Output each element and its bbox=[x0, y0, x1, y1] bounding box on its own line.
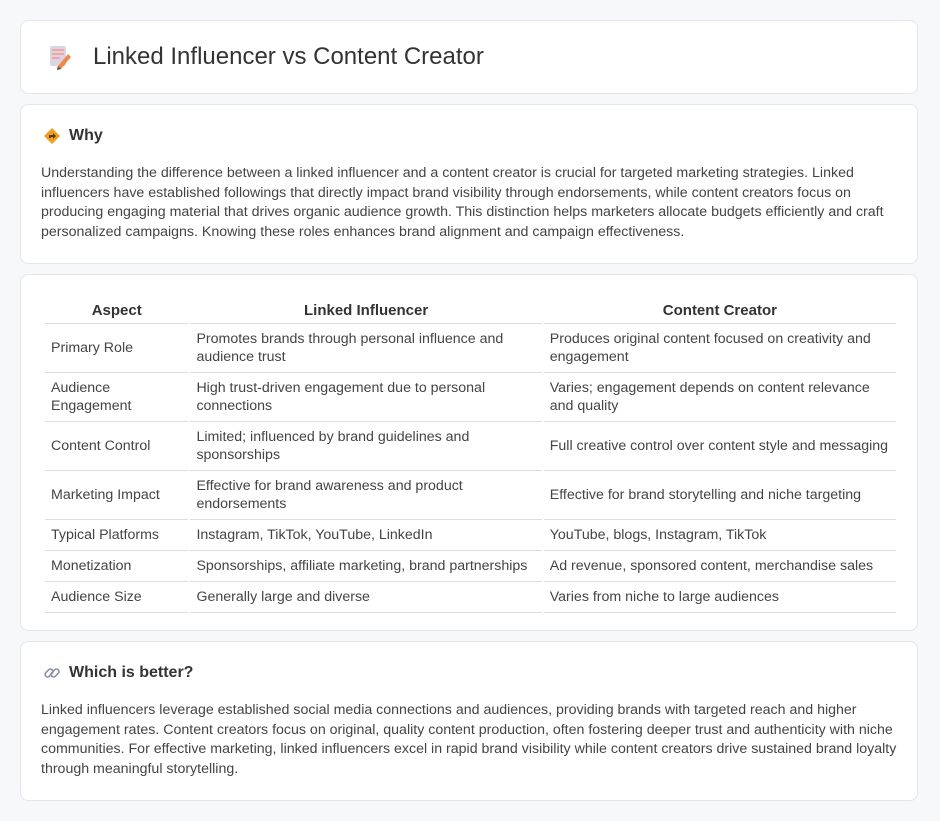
table-row: Monetization Sponsorships, affiliate mar… bbox=[45, 551, 896, 582]
row-influencer: Promotes brands through personal influen… bbox=[190, 324, 542, 373]
comparison-card: Aspect Linked Influencer Content Creator… bbox=[20, 274, 918, 631]
diamond-direction-icon bbox=[43, 127, 61, 145]
table-header-row: Aspect Linked Influencer Content Creator bbox=[45, 295, 896, 324]
row-aspect: Audience Engagement bbox=[45, 373, 189, 422]
row-aspect: Typical Platforms bbox=[45, 520, 189, 551]
page-title: Linked Influencer vs Content Creator bbox=[93, 43, 484, 70]
row-influencer: Instagram, TikTok, YouTube, LinkedIn bbox=[190, 520, 542, 551]
header-aspect: Aspect bbox=[45, 295, 189, 324]
table-row: Marketing Impact Effective for brand awa… bbox=[45, 471, 896, 520]
row-creator: YouTube, blogs, Instagram, TikTok bbox=[543, 520, 896, 551]
which-better-body: Linked influencers leverage established … bbox=[41, 702, 897, 777]
why-section: Why Understanding the difference between… bbox=[20, 104, 918, 264]
header-content-creator: Content Creator bbox=[543, 295, 896, 324]
row-aspect: Audience Size bbox=[45, 582, 189, 613]
which-better-section: Which is better? Linked influencers leve… bbox=[20, 641, 918, 801]
table-row: Audience Size Generally large and divers… bbox=[45, 582, 896, 613]
row-creator: Produces original content focused on cre… bbox=[543, 324, 896, 373]
document-pencil-icon bbox=[47, 43, 73, 71]
row-influencer: High trust-driven engagement due to pers… bbox=[190, 373, 542, 422]
comparison-table: Aspect Linked Influencer Content Creator… bbox=[43, 295, 898, 613]
row-creator: Full creative control over content style… bbox=[543, 422, 896, 471]
row-creator: Varies; engagement depends on content re… bbox=[543, 373, 896, 422]
row-creator: Effective for brand storytelling and nic… bbox=[543, 471, 896, 520]
row-aspect: Primary Role bbox=[45, 324, 189, 373]
table-row: Content Control Limited; influenced by b… bbox=[45, 422, 896, 471]
row-aspect: Monetization bbox=[45, 551, 189, 582]
row-influencer: Effective for brand awareness and produc… bbox=[190, 471, 542, 520]
row-aspect: Marketing Impact bbox=[45, 471, 189, 520]
title-card: Linked Influencer vs Content Creator bbox=[20, 20, 918, 94]
row-aspect: Content Control bbox=[45, 422, 189, 471]
row-creator: Varies from niche to large audiences bbox=[543, 582, 896, 613]
row-influencer: Limited; influenced by brand guidelines … bbox=[190, 422, 542, 471]
why-title: Why bbox=[69, 127, 103, 144]
row-creator: Ad revenue, sponsored content, merchandi… bbox=[543, 551, 896, 582]
table-row: Audience Engagement High trust-driven en… bbox=[45, 373, 896, 422]
why-body: Understanding the difference between a l… bbox=[41, 165, 884, 240]
which-better-title: Which is better? bbox=[69, 664, 194, 681]
link-icon bbox=[43, 664, 61, 682]
row-influencer: Sponsorships, affiliate marketing, brand… bbox=[190, 551, 542, 582]
table-row: Primary Role Promotes brands through per… bbox=[45, 324, 896, 373]
header-linked-influencer: Linked Influencer bbox=[190, 295, 542, 324]
row-influencer: Generally large and diverse bbox=[190, 582, 542, 613]
table-row: Typical Platforms Instagram, TikTok, You… bbox=[45, 520, 896, 551]
